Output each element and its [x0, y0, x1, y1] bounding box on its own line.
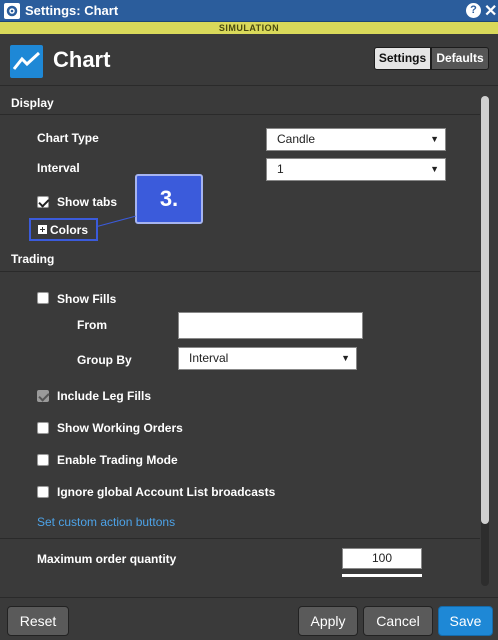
- window-titlebar: Settings: Chart ? ✕: [0, 0, 498, 22]
- scrollbar[interactable]: [481, 96, 489, 586]
- step-callout: 3.: [135, 174, 203, 224]
- colors-expander[interactable]: Colors: [29, 218, 98, 241]
- window-title: Settings: Chart: [25, 3, 119, 18]
- chart-type-label: Chart Type: [37, 131, 99, 145]
- next-field-edge: [342, 574, 422, 577]
- interval-value: 1: [277, 162, 284, 176]
- chevron-down-icon: ▼: [430, 134, 439, 144]
- section-display-header: Display: [11, 96, 54, 110]
- enable-trading-mode-label: Enable Trading Mode: [57, 453, 178, 467]
- show-tabs-label: Show tabs: [57, 195, 118, 209]
- show-tabs-checkbox[interactable]: [37, 196, 49, 208]
- from-input[interactable]: [178, 312, 363, 339]
- max-order-qty-input[interactable]: 100: [342, 548, 422, 569]
- group-by-select[interactable]: Interval ▼: [178, 347, 357, 370]
- show-working-orders-label: Show Working Orders: [57, 421, 183, 435]
- custom-action-buttons-link[interactable]: Set custom action buttons: [37, 515, 175, 529]
- chevron-down-icon: ▼: [430, 164, 439, 174]
- close-icon[interactable]: ✕: [484, 1, 497, 21]
- max-order-qty-label: Maximum order quantity: [37, 552, 177, 566]
- expand-plus-icon: [38, 225, 47, 234]
- footer: Reset Apply Cancel Save: [0, 597, 498, 640]
- apply-button[interactable]: Apply: [298, 606, 358, 636]
- gear-icon: [4, 3, 20, 19]
- section-trading-header: Trading: [11, 252, 55, 266]
- page-title: Chart: [53, 47, 111, 72]
- include-leg-fills-label: Include Leg Fills: [57, 389, 152, 403]
- interval-select[interactable]: 1 ▼: [266, 158, 446, 181]
- group-by-label: Group By: [77, 353, 132, 367]
- tab-defaults[interactable]: Defaults: [431, 47, 489, 70]
- from-label: From: [77, 318, 107, 332]
- show-fills-label: Show Fills: [57, 292, 117, 306]
- ignore-broadcasts-label: Ignore global Account List broadcasts: [57, 485, 276, 499]
- show-fills-checkbox[interactable]: [37, 292, 49, 304]
- callout-pointer: [96, 215, 136, 227]
- chart-line-icon: [10, 45, 43, 78]
- help-icon[interactable]: ?: [466, 3, 481, 18]
- ignore-broadcasts-checkbox[interactable]: [37, 486, 49, 498]
- chart-type-value: Candle: [277, 132, 316, 146]
- chevron-down-icon: ▼: [341, 353, 350, 363]
- cancel-button[interactable]: Cancel: [363, 606, 433, 636]
- divider: [0, 114, 480, 115]
- group-by-value: Interval: [189, 351, 229, 365]
- colors-label: Colors: [50, 223, 89, 237]
- show-working-orders-checkbox[interactable]: [37, 422, 49, 434]
- interval-label: Interval: [37, 161, 80, 175]
- tab-settings[interactable]: Settings: [374, 47, 431, 70]
- simulation-banner: SIMULATION: [0, 22, 498, 34]
- enable-trading-mode-checkbox[interactable]: [37, 454, 49, 466]
- chart-type-select[interactable]: Candle ▼: [266, 128, 446, 151]
- divider: [0, 271, 480, 272]
- include-leg-fills-checkbox[interactable]: [37, 390, 49, 402]
- scroll-thumb[interactable]: [481, 96, 489, 524]
- save-button[interactable]: Save: [438, 606, 493, 636]
- header: Chart Settings Defaults: [0, 34, 498, 86]
- reset-button[interactable]: Reset: [7, 606, 69, 636]
- divider: [0, 538, 480, 539]
